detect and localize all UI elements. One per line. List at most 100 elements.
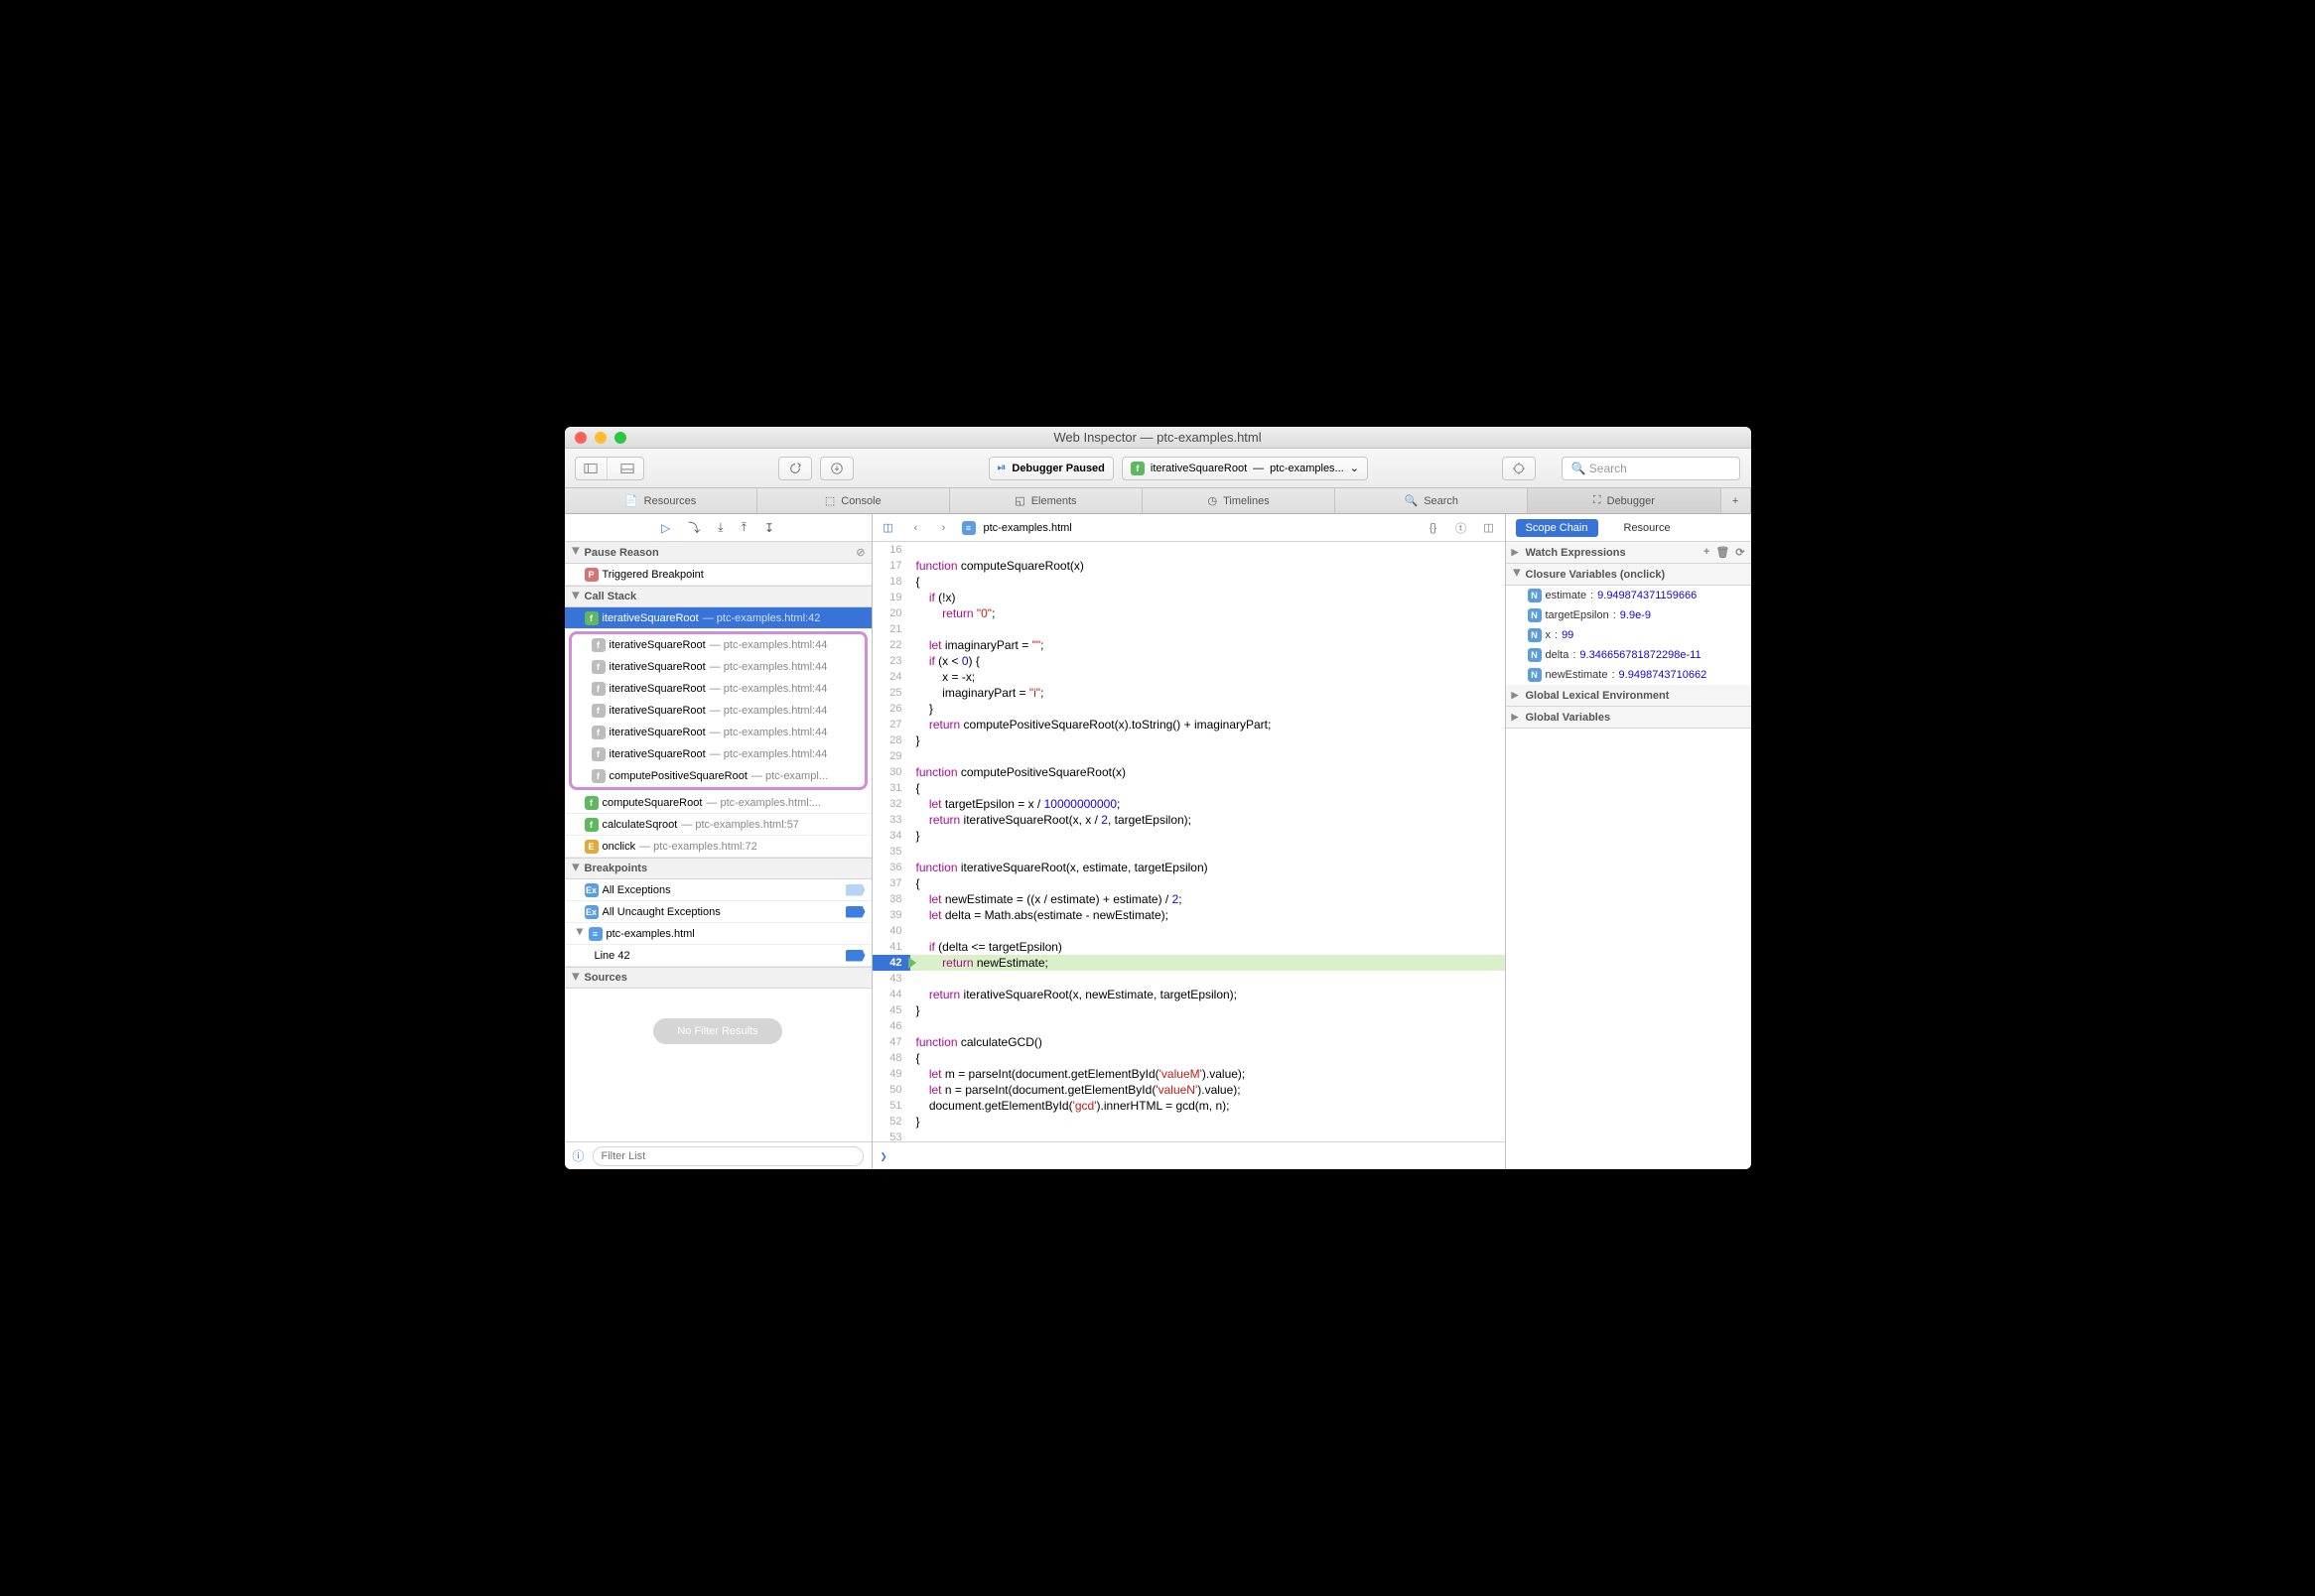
refresh-watch-icon[interactable]: ⟳ (1735, 546, 1744, 559)
bp-toggle[interactable] (846, 884, 866, 896)
function-icon: f (592, 726, 606, 739)
zoom-button[interactable] (614, 432, 626, 444)
disclosure-icon: ▶ (1511, 570, 1522, 580)
function-icon: f (592, 682, 606, 696)
minimize-button[interactable] (595, 432, 607, 444)
bp-file-row[interactable]: ▶ ≡ ptc-examples.html (565, 923, 872, 945)
window-title: Web Inspector — ptc-examples.html (1053, 430, 1261, 445)
tab-debugger[interactable]: ⛶ Debugger (1528, 488, 1720, 513)
pause-reason-header[interactable]: ▶ Pause Reason ⊘ (565, 542, 872, 564)
tab-timelines[interactable]: ◷ Timelines (1143, 488, 1335, 513)
code-editor[interactable]: 1617function computeSquareRoot(x)18{19 i… (873, 542, 1505, 1141)
download-button[interactable] (820, 457, 854, 480)
variable-row[interactable]: NnewEstimate: 9.9498743710662 (1506, 665, 1751, 685)
all-exceptions-row[interactable]: Ex All Exceptions (565, 879, 872, 901)
breadcrumb-sep: — (1253, 463, 1264, 474)
titlebar: Web Inspector — ptc-examples.html (565, 427, 1751, 449)
tab-search[interactable]: 🔍 Search (1335, 488, 1528, 513)
search-field[interactable]: 🔍 Search (1562, 457, 1740, 480)
global-variables-header[interactable]: ▶ Global Variables (1506, 707, 1751, 729)
document-icon: ≡ (589, 927, 603, 941)
search-placeholder: Search (1589, 462, 1627, 475)
variable-row[interactable]: Nx: 99 (1506, 625, 1751, 645)
function-icon: f (592, 769, 606, 783)
call-stack-row[interactable]: fiterativeSquareRoot — ptc-examples.html… (572, 656, 865, 678)
step-over-button[interactable]: ⤵ (688, 519, 700, 536)
options-icon[interactable]: ⊘ (856, 546, 865, 559)
step-out-button[interactable]: ⤒ (742, 520, 747, 535)
call-stack-row[interactable]: fcomputePositiveSquareRoot — ptc-exampl.… (572, 765, 865, 787)
search-icon: 🔍 (1570, 462, 1585, 475)
step-button[interactable]: ↧ (764, 521, 774, 535)
tab-console[interactable]: ⬚ Console (757, 488, 950, 513)
function-icon: f (592, 660, 606, 674)
inspect-element-button[interactable] (1502, 457, 1536, 480)
close-button[interactable] (575, 432, 587, 444)
document-icon: ≡ (962, 521, 976, 535)
exception-icon: Ex (585, 905, 599, 919)
debugger-status[interactable]: ⏯ Debugger Paused (989, 457, 1114, 480)
tab-elements[interactable]: ◱ Elements (950, 488, 1143, 513)
call-stack-row[interactable]: Eonclick — ptc-examples.html:72 (565, 836, 872, 858)
uncaught-exceptions-row[interactable]: Ex All Uncaught Exceptions (565, 901, 872, 923)
disclosure-icon: ▶ (570, 864, 581, 873)
global-lexical-header[interactable]: ▶ Global Lexical Environment (1506, 685, 1751, 707)
bottom-console-toggle[interactable] (612, 458, 643, 479)
function-icon: f (585, 818, 599, 832)
breakpoints-header[interactable]: ▶ Breakpoints (565, 858, 872, 879)
sources-header[interactable]: ▶ Sources (565, 967, 872, 989)
console-prompt[interactable]: ❯ (873, 1141, 1505, 1169)
call-stack-row[interactable]: fcalculateSqroot — ptc-examples.html:57 (565, 814, 872, 836)
add-watch-icon[interactable]: + (1703, 546, 1709, 559)
pretty-print-button[interactable]: {} (1424, 519, 1443, 537)
right-panel-toggle[interactable]: ◫ (1479, 519, 1499, 537)
left-sidebar-toggle[interactable] (576, 458, 608, 479)
bp-toggle[interactable] (846, 906, 866, 918)
debug-controls: ▷ ⤵ ⤓ ⤒ ↧ (565, 514, 872, 542)
function-icon: f (585, 611, 599, 625)
resource-tab[interactable]: Resource (1614, 519, 1681, 537)
number-icon: N (1528, 628, 1542, 642)
step-into-button[interactable]: ⤓ (718, 520, 723, 535)
call-stack-row[interactable]: fiterativeSquareRoot — ptc-examples.html… (565, 607, 872, 629)
pause-reason-row[interactable]: P Triggered Breakpoint (565, 564, 872, 586)
tab-resources[interactable]: 📄 Resources (565, 488, 757, 513)
disclosure-icon: ▶ (570, 548, 581, 558)
info-icon[interactable]: ⓘ (573, 1147, 585, 1164)
scope-chain-tab[interactable]: Scope Chain (1516, 519, 1598, 537)
tab-add[interactable]: + (1721, 488, 1751, 513)
call-stack-row[interactable]: fiterativeSquareRoot — ptc-examples.html… (572, 634, 865, 656)
nav-forward[interactable]: › (934, 519, 954, 537)
sidebar-toggle-group (575, 457, 644, 480)
nav-back[interactable]: ‹ (906, 519, 926, 537)
call-stack-row[interactable]: fiterativeSquareRoot — ptc-examples.html… (572, 700, 865, 722)
call-stack-row[interactable]: fiterativeSquareRoot — ptc-examples.html… (572, 678, 865, 700)
function-icon: E (585, 840, 599, 854)
bp-line-row[interactable]: Line 42 (565, 945, 872, 967)
function-icon: f (592, 747, 606, 761)
continue-button[interactable]: ▷ (661, 521, 670, 535)
bp-toggle[interactable] (846, 950, 866, 962)
call-stack-row[interactable]: fiterativeSquareRoot — ptc-examples.html… (572, 722, 865, 743)
variable-row[interactable]: Nestimate: 9.949874371159666 (1506, 586, 1751, 605)
left-panel-toggle[interactable]: ◫ (879, 519, 898, 537)
disclosure-icon: ▶ (570, 973, 581, 983)
exception-icon: Ex (585, 883, 599, 897)
filter-input[interactable] (593, 1146, 864, 1166)
main-split: ▷ ⤵ ⤓ ⤒ ↧ ▶ Pause Reason ⊘ P Triggered B… (565, 514, 1751, 1169)
watch-expressions-header[interactable]: ▶ Watch Expressions + 🗑 ⟳ (1506, 542, 1751, 564)
tail-deleted-frames: fiterativeSquareRoot — ptc-examples.html… (569, 631, 868, 790)
variable-row[interactable]: Ndelta: 9.346656781872298e-11 (1506, 645, 1751, 665)
call-stack-row[interactable]: fcomputeSquareRoot — ptc-examples.html:.… (565, 792, 872, 814)
breadcrumb-file: ptc-examples... (1270, 463, 1344, 474)
closure-variables-header[interactable]: ▶ Closure Variables (onclick) (1506, 564, 1751, 586)
breakpoint-icon: P (585, 568, 599, 582)
type-profile-button[interactable]: ⓣ (1451, 519, 1471, 537)
reload-button[interactable] (778, 457, 812, 480)
variable-row[interactable]: NtargetEpsilon: 9.9e-9 (1506, 605, 1751, 625)
debugger-paused-label: Debugger Paused (1012, 463, 1105, 474)
call-stack-header[interactable]: ▶ Call Stack (565, 586, 872, 607)
call-stack-row[interactable]: fiterativeSquareRoot — ptc-examples.html… (572, 743, 865, 765)
clear-watch-icon[interactable]: 🗑 (1715, 546, 1729, 559)
breadcrumb[interactable]: f iterativeSquareRoot — ptc-examples... … (1122, 457, 1368, 480)
